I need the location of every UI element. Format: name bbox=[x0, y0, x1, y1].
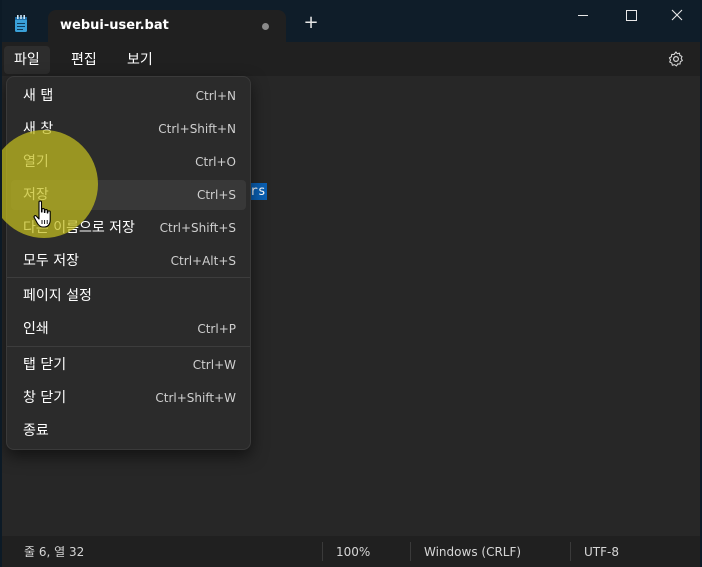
menu-item-shortcut: Ctrl+Shift+S bbox=[159, 221, 236, 235]
cursor-position: 줄 6, 열 32 bbox=[24, 545, 85, 559]
menu-item-new-window[interactable]: 새 창 Ctrl+Shift+N bbox=[11, 114, 246, 144]
menu-item-shortcut: Ctrl+S bbox=[196, 188, 236, 202]
maximize-icon bbox=[626, 10, 637, 21]
menu-item-close-tab[interactable]: 탭 닫기 Ctrl+W bbox=[11, 350, 246, 380]
status-divider bbox=[410, 542, 411, 561]
menu-view[interactable]: 보기 bbox=[117, 46, 163, 74]
zoom-level[interactable]: 100% bbox=[336, 545, 370, 559]
document-tab[interactable]: webui-user.bat bbox=[48, 10, 286, 42]
menu-item-shortcut: Ctrl+Alt+S bbox=[170, 254, 236, 268]
menu-item-shortcut: Ctrl+N bbox=[195, 89, 236, 103]
menu-edit[interactable]: 편집 bbox=[61, 46, 107, 74]
gear-icon[interactable] bbox=[667, 50, 685, 68]
menu-item-exit[interactable]: 종료 bbox=[11, 416, 246, 446]
menu-item-label: 종료 bbox=[23, 423, 49, 439]
menu-item-label: 새 탭 bbox=[23, 88, 54, 104]
encoding[interactable]: UTF-8 bbox=[584, 545, 619, 559]
menu-item-label: 열기 bbox=[23, 154, 49, 170]
menu-item-shortcut: Ctrl+Shift+W bbox=[155, 391, 236, 405]
menu-item-label: 창 닫기 bbox=[23, 390, 67, 406]
menu-item-shortcut: Ctrl+W bbox=[192, 358, 236, 372]
menu-item-label: 새 창 bbox=[23, 121, 54, 137]
close-button[interactable] bbox=[654, 0, 700, 32]
menu-item-shortcut: Ctrl+O bbox=[195, 155, 236, 169]
maximize-button[interactable] bbox=[608, 0, 654, 32]
menu-item-label: 인쇄 bbox=[23, 321, 49, 337]
tab-title: webui-user.bat bbox=[60, 18, 169, 33]
menu-item-label: 페이지 설정 bbox=[23, 288, 92, 304]
menu-file[interactable]: 파일 bbox=[4, 46, 50, 74]
menu-item-shortcut: Ctrl+P bbox=[197, 322, 236, 336]
status-divider bbox=[570, 542, 571, 561]
file-menu-dropdown: 새 탭 Ctrl+N 새 창 Ctrl+Shift+N 열기 Ctrl+O 저장… bbox=[6, 76, 251, 450]
minimize-button[interactable] bbox=[560, 0, 606, 32]
new-tab-button[interactable]: + bbox=[302, 14, 320, 32]
unsaved-dot-icon[interactable] bbox=[262, 23, 269, 30]
close-icon bbox=[671, 9, 683, 21]
menu-item-shortcut: Ctrl+Shift+N bbox=[158, 122, 236, 136]
menu-item-label: 탭 닫기 bbox=[23, 357, 67, 373]
menu-item-new-tab[interactable]: 새 탭 Ctrl+N bbox=[11, 81, 246, 111]
menu-item-open[interactable]: 열기 Ctrl+O bbox=[11, 147, 246, 177]
hand-cursor-icon bbox=[33, 200, 51, 228]
menu-item-print[interactable]: 인쇄 Ctrl+P bbox=[11, 314, 246, 344]
menu-bar: 파일 편집 보기 bbox=[2, 42, 700, 76]
menu-separator bbox=[7, 277, 250, 278]
menu-item-label: 모두 저장 bbox=[23, 253, 79, 269]
selected-text[interactable]: rs bbox=[249, 183, 267, 200]
menu-separator bbox=[7, 346, 250, 347]
notepad-window: webui-user.bat + 파일 편집 보기 rs 새 탭 Ctrl+N … bbox=[2, 0, 700, 567]
menu-item-page-setup[interactable]: 페이지 설정 bbox=[11, 281, 246, 311]
menu-item-save-all[interactable]: 모두 저장 Ctrl+Alt+S bbox=[11, 246, 246, 276]
status-bar: 줄 6, 열 32 100% Windows (CRLF) UTF-8 bbox=[2, 536, 700, 567]
title-bar: webui-user.bat + bbox=[2, 0, 700, 42]
notepad-app-icon bbox=[15, 15, 27, 32]
line-ending[interactable]: Windows (CRLF) bbox=[424, 545, 521, 559]
menu-item-close-window[interactable]: 창 닫기 Ctrl+Shift+W bbox=[11, 383, 246, 413]
minimize-icon bbox=[578, 15, 588, 16]
status-divider bbox=[322, 542, 323, 561]
